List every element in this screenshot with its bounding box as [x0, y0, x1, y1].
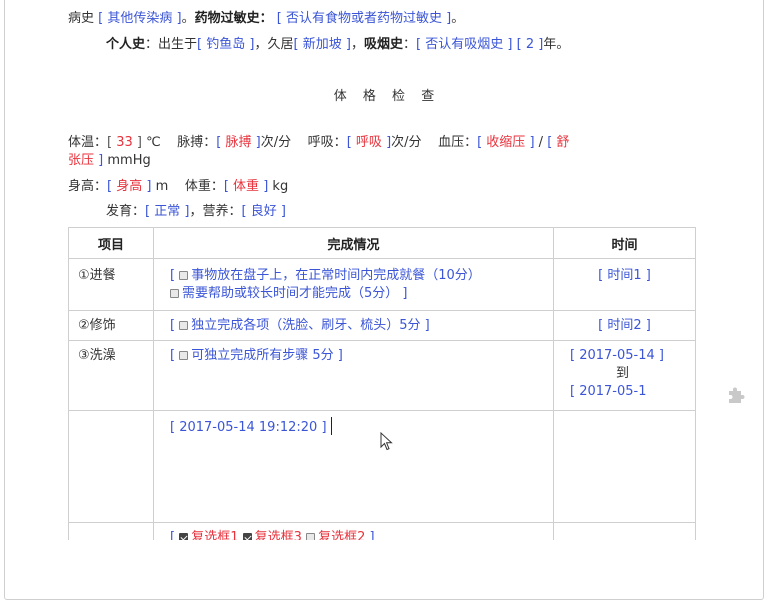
smoking-label: 吸烟史	[363, 37, 403, 52]
nutrition-field[interactable]: [ 良好 ]	[241, 204, 285, 219]
checkbox-checked-icon[interactable]	[179, 533, 189, 540]
checkbox-icon[interactable]	[179, 321, 189, 330]
checkbox-checked-icon[interactable]	[242, 533, 252, 540]
puzzle-icon[interactable]	[726, 385, 746, 405]
pulse-field[interactable]: [ 脉搏 ]	[216, 135, 260, 150]
development-line: 发育：[ 正常 ]，营养：[ 良好 ]	[106, 204, 286, 219]
checkbox-icon[interactable]	[170, 289, 179, 298]
height-field[interactable]: [ 身高 ]	[107, 179, 151, 194]
row-item-grooming: ②修饰	[78, 318, 116, 333]
checkbox-icon[interactable]	[179, 351, 189, 360]
grooming-time-field[interactable]: [ 时间2 ]	[554, 311, 695, 335]
vitals-line-wrap: 张压 ] mmHg	[68, 153, 151, 168]
other-disease-field[interactable]: [ 其他传染病 ]	[98, 11, 181, 26]
table-row: ③洗澡 [ 可独立完成所有步骤 5分 ] [ 2017-05-14 ] 到 [ …	[68, 340, 696, 411]
table-row: ①进餐 [ 事物放在盘子上，在正常时间内完成就餐（10分） 需要帮助或较长时间才…	[68, 258, 696, 311]
bathing-options: [ 可独立完成所有步骤 5分 ]	[170, 348, 343, 363]
smoking-years-field[interactable]: [ 2 ]	[517, 37, 544, 52]
header-item: 项目	[68, 227, 154, 259]
personal-history-label: 个人史	[106, 37, 146, 52]
table-row: [ 复选框1 复选框3 复选框2 ]	[68, 522, 696, 540]
adl-table: 项目 完成情况 时间 ①进餐 [ 事物放在盘子上，在正常时间内完成就餐（10分）…	[68, 227, 696, 540]
diastolic-field-end[interactable]: 张压 ]	[68, 153, 103, 168]
table-row: [ 2017-05-14 19:12:20 ]	[68, 410, 696, 523]
header-status: 完成情况	[153, 227, 554, 259]
allergy-label: 药物过敏史：	[194, 11, 273, 26]
bathing-time-range[interactable]: [ 2017-05-14 ] 到 [ 2017-05-1	[554, 341, 695, 401]
row-item-bathing: ③洗澡	[78, 348, 116, 363]
residence-field[interactable]: [ 新加坡 ]	[294, 37, 351, 52]
history-line-1: 病史 [ 其他传染病 ]。药物过敏史： [ 否认有食物或者药物过敏史 ]。	[68, 11, 465, 26]
temperature-field[interactable]: [ 33 ]	[107, 135, 142, 150]
checkbox-group: [ 复选框1 复选框3 复选框2 ]	[170, 530, 375, 540]
document-page: 病史 [ 其他传染病 ]。药物过敏史： [ 否认有食物或者药物过敏史 ]。 个人…	[0, 0, 774, 540]
header-time: 时间	[553, 227, 696, 259]
development-field[interactable]: [ 正常 ]	[145, 204, 189, 219]
diastolic-field-start[interactable]: [ 舒	[547, 135, 569, 150]
smoking-field[interactable]: [ 否认有吸烟史 ]	[416, 37, 512, 52]
text-caret	[330, 417, 332, 435]
table-header-row: 项目 完成情况 时间	[68, 227, 696, 259]
weight-field[interactable]: [ 体重 ]	[224, 179, 268, 194]
row-item-eating: ①进餐	[78, 268, 116, 283]
table-row: ②修饰 [ 独立完成各项（洗脸、刷牙、梳头）5分 ] [ 时间2 ]	[68, 310, 696, 341]
past-history-label: 病史	[68, 11, 95, 26]
section-title: 体 格 检 查	[333, 89, 441, 104]
history-line-2: 个人史：出生于[ 钓鱼岛 ]，久居[ 新加坡 ]，吸烟史：[ 否认有吸烟史 ] …	[106, 37, 570, 52]
mouse-pointer-icon	[380, 432, 393, 451]
respiration-field[interactable]: [ 呼吸 ]	[347, 135, 391, 150]
vitals-line: 体温：[ 33 ] ℃ 脉搏：[ 脉搏 ]次/分 呼吸：[ 呼吸 ]次/分 血压…	[68, 135, 570, 150]
systolic-field[interactable]: [ 收缩压 ]	[477, 135, 534, 150]
eating-time-field[interactable]: [ 时间1 ]	[554, 259, 695, 285]
datetime-field[interactable]: [ 2017-05-14 19:12:20 ]	[154, 411, 553, 437]
birthplace-field[interactable]: [ 钓鱼岛 ]	[197, 37, 254, 52]
checkbox-icon[interactable]	[179, 271, 189, 280]
checkbox-icon[interactable]	[306, 533, 316, 540]
height-weight-line: 身高：[ 身高 ] m 体重：[ 体重 ] kg	[68, 179, 289, 194]
allergy-field[interactable]: [ 否认有食物或者药物过敏史 ]	[277, 11, 451, 26]
eating-options: [ 事物放在盘子上，在正常时间内完成就餐（10分） 需要帮助或较长时间才能完成（…	[170, 268, 481, 301]
grooming-options: [ 独立完成各项（洗脸、刷牙、梳头）5分 ]	[170, 318, 430, 333]
